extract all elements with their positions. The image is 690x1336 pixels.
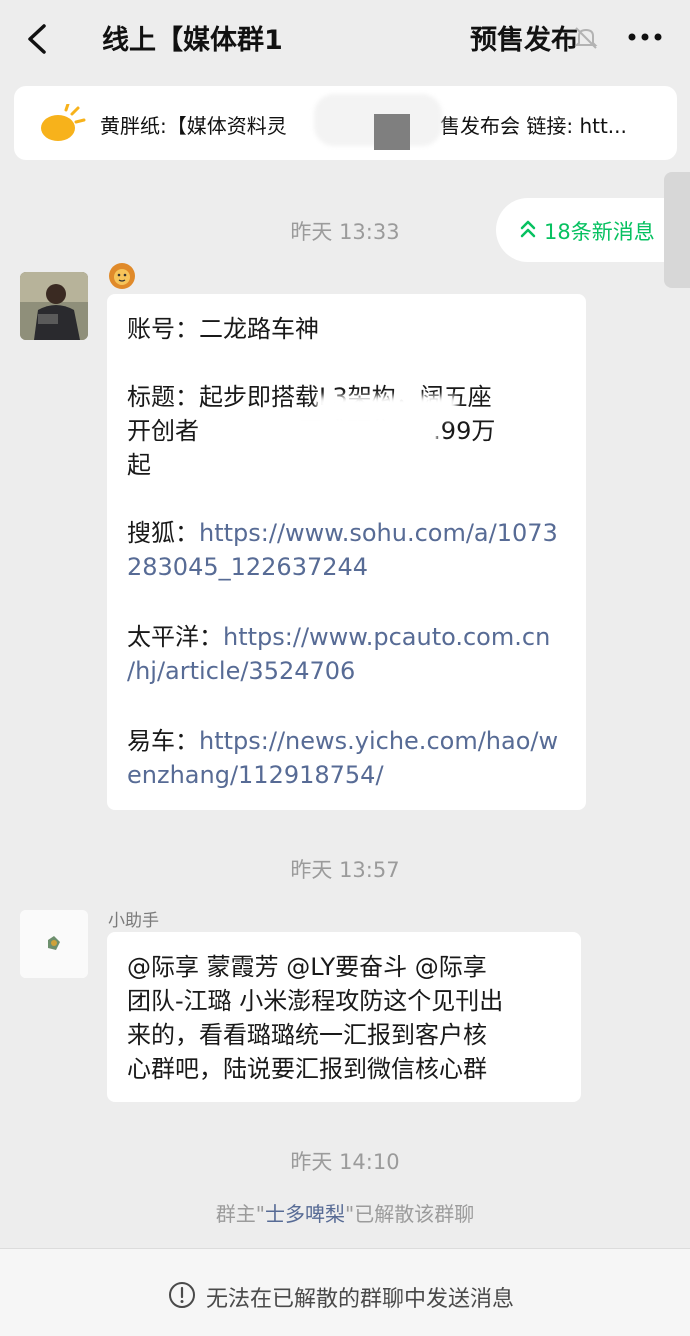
message-line: 起 [127, 451, 151, 479]
footer-message: 无法在已解散的群聊中发送消息 [206, 1287, 515, 1312]
redaction-mask [237, 414, 437, 454]
message-text: 开创者 [127, 417, 199, 445]
url-link[interactable]: https://news.yiche.com/hao/w [199, 727, 558, 755]
timestamp: 昨天 14:10 [290, 1150, 400, 1174]
source-label: 易车： [127, 727, 199, 755]
message-line: 心群吧，陆说要汇报到微信核心群 [127, 1055, 487, 1083]
source-label: 搜狐： [127, 519, 199, 547]
avatar[interactable] [20, 910, 88, 978]
source-label: 太平洋： [127, 623, 223, 651]
chat-header: 线上【媒体群1 预售发布 [0, 0, 690, 80]
disabled-input-bar: 无法在已解散的群聊中发送消息 [0, 1248, 690, 1336]
lion-emoji-icon [108, 262, 136, 290]
link-line: 易车：https://news.yiche.com/hao/w [127, 724, 558, 758]
assistant-avatar-icon [20, 910, 88, 978]
announcement-icon [41, 104, 86, 141]
timestamp: 昨天 13:57 [290, 858, 400, 882]
link-line: 太平洋：https://www.pcauto.com.cn [127, 620, 550, 654]
system-message-prefix: 群主" [215, 1202, 265, 1226]
back-arrow-icon[interactable] [20, 20, 54, 58]
link-line: 搜狐：https://www.sohu.com/a/1073 [127, 516, 558, 550]
url-link[interactable]: /hj/article/3524706 [127, 654, 355, 688]
info-icon [169, 1282, 195, 1308]
chat-title-left: 线上【媒体群1 [102, 25, 283, 56]
redaction-block [374, 114, 410, 150]
notice-text-left: 黄胖纸:【媒体资料灵 [100, 114, 287, 138]
avatar[interactable] [20, 272, 88, 340]
url-link[interactable]: https://www.sohu.com/a/1073 [199, 519, 558, 547]
message-line: @际享 蒙霞芳 @LY要奋斗 @际享 [127, 953, 487, 981]
more-icon[interactable] [622, 22, 668, 52]
message-line: 来的，看看璐璐统一汇报到客户核 [127, 1021, 487, 1049]
url-link[interactable]: enzhang/112918754/ [127, 758, 384, 792]
sender-name: 小助手 [108, 911, 159, 931]
chat-title-right: 预售发布 [470, 25, 578, 56]
notice-text-right: 售发布会 链接: htt... [440, 114, 627, 138]
system-message-suffix: "已解散该群聊 [345, 1202, 475, 1226]
timestamp: 昨天 13:33 [290, 220, 400, 244]
group-notice-bar[interactable]: 黄胖纸:【媒体资料灵 售发布会 链接: htt... [14, 86, 677, 160]
system-message: 群主"士多啤梨"已解散该群聊 [0, 1198, 690, 1227]
message-bubble[interactable]: 账号：二龙路车神 标题：起步即搭载L3架构，阔五座 开创者正式预售 24.99万… [107, 294, 586, 810]
avatar-photo [20, 272, 88, 340]
url-link[interactable]: https://www.pcauto.com.cn [223, 623, 550, 651]
message-line: 团队-江璐 小米澎程攻防这个见刊出 [127, 987, 504, 1015]
url-link[interactable]: 283045_122637244 [127, 550, 368, 584]
message-bubble[interactable]: @际享 蒙霞芳 @LY要奋斗 @际享 团队-江璐 小米澎程攻防这个见刊出 来的，… [107, 932, 581, 1102]
message-line: 账号：二龙路车神 [127, 315, 319, 343]
group-owner-name[interactable]: 士多啤梨 [265, 1202, 345, 1226]
mute-bell-icon [574, 27, 598, 49]
